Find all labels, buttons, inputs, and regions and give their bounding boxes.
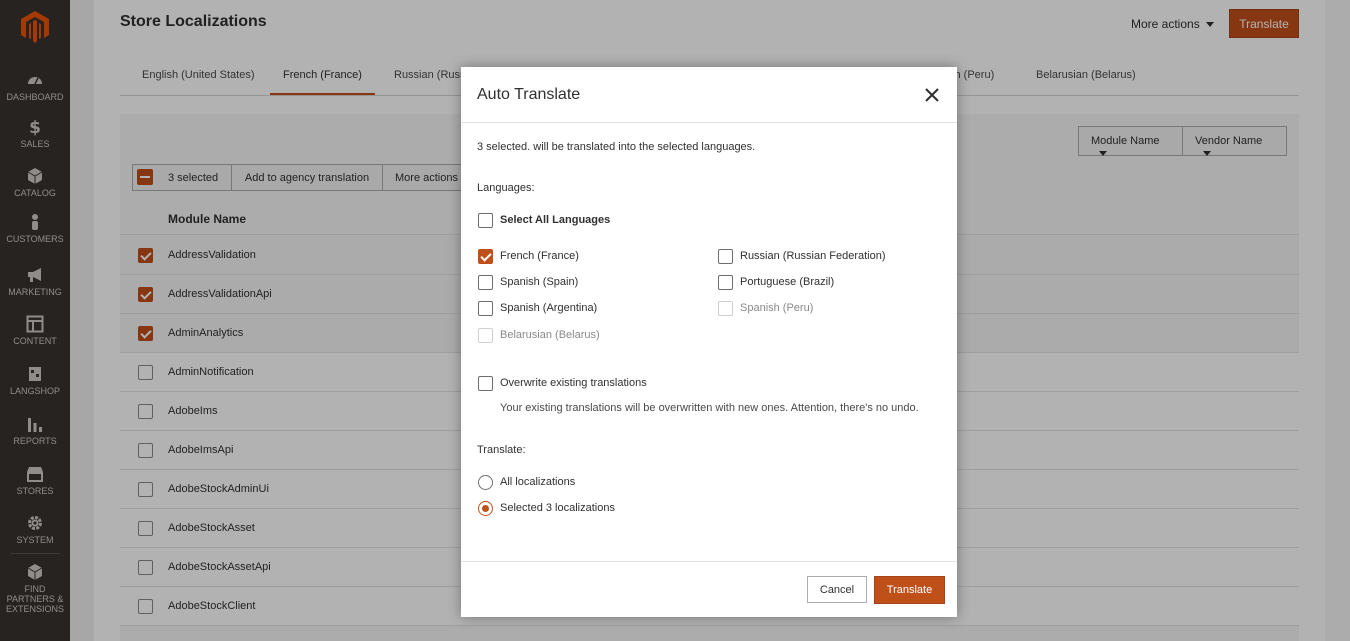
close-icon[interactable] — [923, 86, 941, 104]
select-all-label[interactable]: Select All Languages — [500, 214, 610, 226]
scope-all-label[interactable]: All localizations — [500, 476, 575, 488]
language-label[interactable]: French (France) — [500, 250, 579, 262]
translate-button[interactable]: Translate — [874, 576, 945, 604]
scope-selected-label[interactable]: Selected 3 localizations — [500, 502, 615, 514]
auto-translate-modal: Auto Translate 3 selected. will be trans… — [461, 67, 957, 617]
cancel-button[interactable]: Cancel — [807, 576, 867, 603]
overwrite-label[interactable]: Overwrite existing translations — [500, 377, 647, 389]
translate-scope-label: Translate: — [477, 444, 526, 456]
language-label[interactable]: Spanish (Argentina) — [500, 302, 597, 314]
language-checkbox-spanish-spain[interactable] — [478, 275, 493, 290]
language-checkbox-russian[interactable] — [718, 249, 733, 264]
language-checkbox-french[interactable] — [478, 249, 493, 264]
modal-footer-divider — [461, 561, 957, 562]
language-label: Spanish (Peru) — [740, 302, 814, 314]
language-label[interactable]: Spanish (Spain) — [500, 276, 578, 288]
language-checkbox-portuguese[interactable] — [718, 275, 733, 290]
select-all-checkbox[interactable] — [478, 213, 493, 228]
scope-all-radio[interactable] — [478, 475, 493, 490]
languages-label: Languages: — [477, 182, 535, 194]
language-checkbox-spanish-argentina[interactable] — [478, 301, 493, 316]
language-label[interactable]: Russian (Russian Federation) — [740, 250, 886, 262]
overwrite-checkbox[interactable] — [478, 376, 493, 391]
modal-intro: 3 selected. will be translated into the … — [477, 141, 756, 153]
language-label: Belarusian (Belarus) — [500, 329, 600, 341]
modal-header-divider — [461, 122, 957, 123]
language-checkbox-spanish-peru — [718, 301, 733, 316]
modal-title: Auto Translate — [477, 86, 581, 103]
language-checkbox-belarusian — [478, 328, 493, 343]
language-label[interactable]: Portuguese (Brazil) — [740, 276, 834, 288]
overwrite-description: Your existing translations will be overw… — [500, 402, 919, 414]
scope-selected-radio[interactable] — [478, 501, 493, 516]
